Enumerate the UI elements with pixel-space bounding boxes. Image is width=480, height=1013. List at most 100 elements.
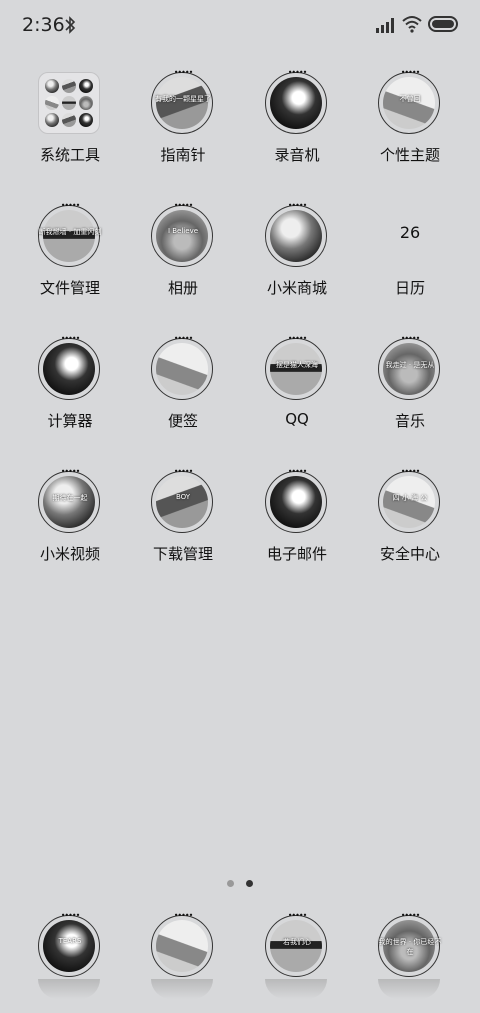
- app-mi-video[interactable]: ••••• 期待在一起 小米视频: [10, 467, 130, 581]
- icon-reflection: [378, 979, 440, 999]
- icon-dots: •••••: [60, 201, 81, 210]
- icon-overlay-text: 有我的一颗星星了: [155, 95, 211, 103]
- icon-dots: •••••: [60, 467, 81, 476]
- folder-icon[interactable]: [38, 72, 102, 136]
- app-music[interactable]: ••••• 我走过 · 是无从 音乐: [350, 334, 470, 448]
- music-icon[interactable]: ••••• 我走过 · 是无从: [378, 334, 442, 402]
- downloads-icon[interactable]: ••••• BOY: [151, 467, 215, 535]
- mi-store-icon[interactable]: •••••: [265, 201, 329, 269]
- dock-messages[interactable]: ••••• 若我们心: [237, 911, 357, 999]
- icon-overlay-text: I Believe: [167, 227, 199, 235]
- app-notes[interactable]: ••••• 便签: [123, 334, 243, 448]
- icon-reflection: [151, 979, 213, 999]
- themes-icon[interactable]: ••••• 不曾回: [378, 68, 442, 136]
- folder-mini-icon: [62, 79, 76, 93]
- icon-frame: [265, 471, 327, 533]
- icon-photo: [156, 920, 208, 972]
- icon-frame: [38, 915, 100, 977]
- phone-icon[interactable]: ••••• TEARS: [38, 911, 102, 979]
- icon-photo: [156, 210, 208, 262]
- icon-dots: •••••: [173, 334, 194, 343]
- app-themes[interactable]: ••••• 不曾回个性主题: [350, 68, 470, 182]
- icon-overlay-text: TEARS: [58, 937, 82, 945]
- app-file-manager[interactable]: ••••• 断我燃墙 · 加重闪刻 文件管理: [10, 201, 130, 315]
- folder-mini-icon: [79, 113, 93, 127]
- app-label: 指南针: [160, 146, 206, 164]
- app-label: 个性主题: [379, 146, 440, 164]
- folder-mini-icon: [45, 113, 59, 127]
- icon-dots: •••••: [400, 911, 421, 920]
- app-mi-store[interactable]: ••••• 小米商城: [237, 201, 357, 315]
- bluetooth-icon: [65, 16, 76, 34]
- qq-icon[interactable]: ••••• 摆是猫人深海: [265, 334, 329, 402]
- page-indicator[interactable]: [0, 872, 480, 891]
- compass-icon[interactable]: ••••• 有我的一颗星星了: [151, 68, 215, 136]
- icon-photo: [270, 210, 322, 262]
- app-recorder[interactable]: ••••• 录音机: [237, 68, 357, 182]
- file-manager-icon[interactable]: ••••• 断我燃墙 · 加重闪刻: [38, 201, 102, 269]
- icon-dots: •••••: [287, 201, 308, 210]
- icon-dots: •••••: [287, 467, 308, 476]
- calendar-icon[interactable]: 26: [378, 205, 442, 269]
- app-qq[interactable]: ••••• 摆是猫人深海 QQ: [237, 334, 357, 448]
- icon-dots: •••••: [173, 911, 194, 920]
- app-label: 系统工具: [39, 146, 100, 164]
- icon-overlay-text: 我的世界 · 你已经不在: [378, 938, 442, 956]
- icon-photo: [43, 343, 95, 395]
- icon-frame: [265, 72, 327, 134]
- icon-dots: •••••: [173, 467, 194, 476]
- gallery-icon[interactable]: ••••• I Believe: [151, 201, 215, 269]
- app-gallery[interactable]: ••••• I Believe 相册: [123, 201, 243, 315]
- messages-icon[interactable]: ••••• 若我们心: [265, 911, 329, 979]
- icon-dots: •••••: [287, 911, 308, 920]
- icon-overlay-text: BOY: [175, 493, 191, 501]
- dock-phone[interactable]: ••••• TEARS: [10, 911, 130, 999]
- email-icon[interactable]: •••••: [265, 467, 329, 535]
- icon-overlay-text: 不曾回: [399, 95, 421, 103]
- icon-dots: •••••: [400, 467, 421, 476]
- icon-photo: [43, 920, 95, 972]
- icon-dots: •••••: [287, 334, 308, 343]
- icon-photo: [270, 476, 322, 528]
- page-dot-2[interactable]: [246, 880, 253, 887]
- folder-mini-icon: [45, 79, 59, 93]
- icon-dots: •••••: [173, 68, 194, 77]
- app-security[interactable]: ••••• 四 小 海 公安全中心: [350, 467, 470, 581]
- folder-mini-icon: [79, 96, 93, 110]
- dock-contacts[interactable]: •••••: [123, 911, 243, 999]
- app-label: 电子邮件: [266, 545, 327, 563]
- security-icon[interactable]: ••••• 四 小 海 公: [378, 467, 442, 535]
- icon-frame: [151, 338, 213, 400]
- wifi-icon: [402, 16, 422, 33]
- app-calendar[interactable]: 26 日历: [350, 205, 470, 315]
- app-label: 录音机: [274, 146, 320, 164]
- icon-frame: [151, 471, 213, 533]
- app-label: 计算器: [47, 412, 93, 430]
- mi-video-icon[interactable]: ••••• 期待在一起: [38, 467, 102, 535]
- icon-frame: [265, 205, 327, 267]
- page-dot-1[interactable]: [227, 880, 234, 887]
- dock-browser[interactable]: ••••• 我的世界 · 你已经不在: [350, 911, 470, 999]
- folder-mini-icon: [45, 96, 59, 110]
- icon-dots: •••••: [400, 68, 421, 77]
- app-label: 便签: [167, 412, 198, 430]
- icon-dots: •••••: [400, 334, 421, 343]
- app-calculator[interactable]: ••••• 计算器: [10, 334, 130, 448]
- app-compass[interactable]: ••••• 有我的一颗星星了指南针: [123, 68, 243, 182]
- icon-photo: [156, 476, 208, 528]
- folder-grid: [38, 72, 100, 134]
- icon-overlay-text: 我走过 · 是无从: [385, 361, 435, 369]
- recorder-icon[interactable]: •••••: [265, 68, 329, 136]
- calculator-icon[interactable]: •••••: [38, 334, 102, 402]
- app-folder[interactable]: 系统工具: [10, 72, 130, 182]
- status-bar: 2:36: [0, 0, 480, 52]
- app-email[interactable]: ••••• 电子邮件: [237, 467, 357, 581]
- folder-mini-icon: [79, 79, 93, 93]
- notes-icon[interactable]: •••••: [151, 334, 215, 402]
- icon-overlay-text: 断我燃墙 · 加重闪刻: [38, 228, 102, 236]
- app-downloads[interactable]: ••••• BOY 下载管理: [123, 467, 243, 581]
- contacts-icon[interactable]: •••••: [151, 911, 215, 979]
- battery-icon: [428, 16, 458, 32]
- icon-overlay-text: 期待在一起: [52, 494, 88, 502]
- browser-icon[interactable]: ••••• 我的世界 · 你已经不在: [378, 911, 442, 979]
